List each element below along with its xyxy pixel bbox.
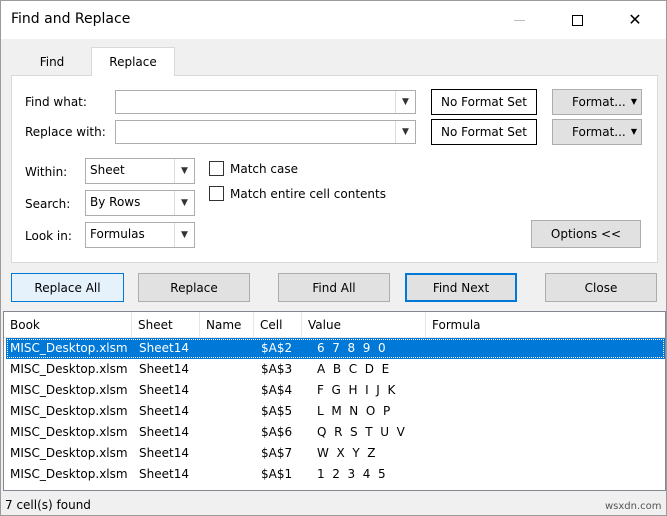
find-format-preview: No Format Set <box>431 89 537 115</box>
within-select[interactable]: Sheet ▼ <box>85 158 195 184</box>
cell-address: $A$3 <box>261 362 293 376</box>
table-row[interactable]: MISC_Desktop.xlsm Sheet14 $A$7 W X Y Z <box>6 443 665 464</box>
table-row[interactable]: MISC_Desktop.xlsm Sheet14 $A$5 L M N O P <box>6 401 665 422</box>
status-text: 7 cell(s) found <box>5 498 91 512</box>
chevron-down-icon[interactable]: ▼ <box>395 121 415 143</box>
options-button[interactable]: Options << <box>531 220 641 248</box>
table-row[interactable]: MISC_Desktop.xlsm Sheet14 $A$6 Q R S T U… <box>6 422 665 443</box>
tab-find[interactable]: Find <box>13 49 91 76</box>
cell-book: MISC_Desktop.xlsm <box>10 467 128 481</box>
watermark: wsxdn.com <box>605 501 662 512</box>
cell-value: W X Y Z <box>317 446 376 460</box>
cell-sheet: Sheet14 <box>139 362 189 376</box>
cell-address: $A$2 <box>261 341 293 355</box>
column-header-book[interactable]: Book <box>4 312 132 338</box>
replace-button[interactable]: Replace <box>138 273 250 302</box>
cell-value: F G H I J K <box>317 383 396 397</box>
cell-value: A B C D E <box>317 362 390 376</box>
cell-book: MISC_Desktop.xlsm <box>10 425 128 439</box>
replace-format-button[interactable]: Format... ▼ <box>552 119 642 145</box>
cell-value: 6 7 8 9 0 <box>317 341 386 355</box>
chevron-down-icon[interactable]: ▼ <box>174 223 194 247</box>
cell-book: MISC_Desktop.xlsm <box>10 446 128 460</box>
search-select[interactable]: By Rows ▼ <box>85 190 195 216</box>
cell-value: L M N O P <box>317 404 391 418</box>
replace-format-preview: No Format Set <box>431 119 537 145</box>
table-row[interactable]: MISC_Desktop.xlsm Sheet14 $A$1 1 2 3 4 5 <box>6 464 665 485</box>
replace-with-label: Replace with: <box>25 125 106 139</box>
cell-address: $A$1 <box>261 467 293 481</box>
cell-value: 1 2 3 4 5 <box>317 467 386 481</box>
cell-address: $A$4 <box>261 383 293 397</box>
cell-value: Q R S T U V <box>317 425 405 439</box>
look-in-select[interactable]: Formulas ▼ <box>85 222 195 248</box>
cell-address: $A$6 <box>261 425 293 439</box>
cell-book: MISC_Desktop.xlsm <box>10 362 128 376</box>
within-value: Sheet <box>90 163 125 177</box>
cell-book: MISC_Desktop.xlsm <box>10 341 128 355</box>
find-what-label: Find what: <box>25 95 87 109</box>
cell-sheet: Sheet14 <box>139 467 189 481</box>
column-header-name[interactable]: Name <box>200 312 254 338</box>
chevron-down-icon[interactable]: ▼ <box>174 191 194 215</box>
chevron-down-icon[interactable]: ▼ <box>174 159 194 183</box>
search-value: By Rows <box>90 195 141 209</box>
match-case-checkbox[interactable] <box>209 161 224 176</box>
cell-sheet: Sheet14 <box>139 404 189 418</box>
replace-panel: Find what: ▼ No Format Set Format... ▼ R… <box>11 75 658 263</box>
replace-with-input[interactable]: ▼ <box>115 120 416 144</box>
cell-address: $A$7 <box>261 446 293 460</box>
minimize-button <box>496 1 542 39</box>
cell-sheet: Sheet14 <box>139 341 189 355</box>
column-header-value[interactable]: Value <box>302 312 426 338</box>
column-header-sheet[interactable]: Sheet <box>132 312 200 338</box>
close-icon: ✕ <box>628 10 642 29</box>
look-in-label: Look in: <box>25 229 72 243</box>
column-header-formula[interactable]: Formula <box>426 312 665 338</box>
cell-book: MISC_Desktop.xlsm <box>10 404 128 418</box>
match-case-label[interactable]: Match case <box>230 162 298 176</box>
within-label: Within: <box>25 165 68 179</box>
results-list[interactable]: Book Sheet Name Cell Value Formula MISC_… <box>3 311 666 491</box>
find-what-input[interactable]: ▼ <box>115 90 416 114</box>
column-header-cell[interactable]: Cell <box>254 312 302 338</box>
find-format-label: Format... <box>572 95 626 109</box>
dropdown-arrow-icon[interactable]: ▼ <box>631 127 637 136</box>
table-row[interactable]: MISC_Desktop.xlsm Sheet14 $A$4 F G H I J… <box>6 380 665 401</box>
close-window-button[interactable]: ✕ <box>612 1 658 39</box>
cell-sheet: Sheet14 <box>139 383 189 397</box>
minimize-icon <box>513 19 525 21</box>
chevron-down-icon[interactable]: ▼ <box>395 91 415 113</box>
dropdown-arrow-icon[interactable]: ▼ <box>631 97 637 106</box>
tab-replace[interactable]: Replace <box>91 47 175 76</box>
match-entire-checkbox[interactable] <box>209 186 224 201</box>
cell-address: $A$5 <box>261 404 293 418</box>
cell-sheet: Sheet14 <box>139 446 189 460</box>
look-in-value: Formulas <box>90 227 145 241</box>
cell-book: MISC_Desktop.xlsm <box>10 383 128 397</box>
maximize-button[interactable] <box>554 1 600 39</box>
replace-all-button[interactable]: Replace All <box>11 273 124 302</box>
match-entire-label[interactable]: Match entire cell contents <box>230 187 386 201</box>
table-row[interactable]: MISC_Desktop.xlsm Sheet14 $A$2 6 7 8 9 0 <box>6 338 665 359</box>
table-row[interactable]: MISC_Desktop.xlsm Sheet14 $A$3 A B C D E <box>6 359 665 380</box>
find-format-button[interactable]: Format... ▼ <box>552 89 642 115</box>
results-header: Book Sheet Name Cell Value Formula <box>4 312 665 338</box>
search-label: Search: <box>25 197 71 211</box>
maximize-icon <box>571 14 583 26</box>
cell-sheet: Sheet14 <box>139 425 189 439</box>
replace-format-label: Format... <box>572 125 626 139</box>
find-all-button[interactable]: Find All <box>278 273 390 302</box>
find-next-button[interactable]: Find Next <box>405 273 517 302</box>
find-replace-dialog: Find and Replace ✕ Find Replace Find wha… <box>0 0 667 516</box>
title-bar: Find and Replace ✕ <box>1 1 666 39</box>
close-button[interactable]: Close <box>545 273 657 302</box>
window-title: Find and Replace <box>11 11 131 27</box>
